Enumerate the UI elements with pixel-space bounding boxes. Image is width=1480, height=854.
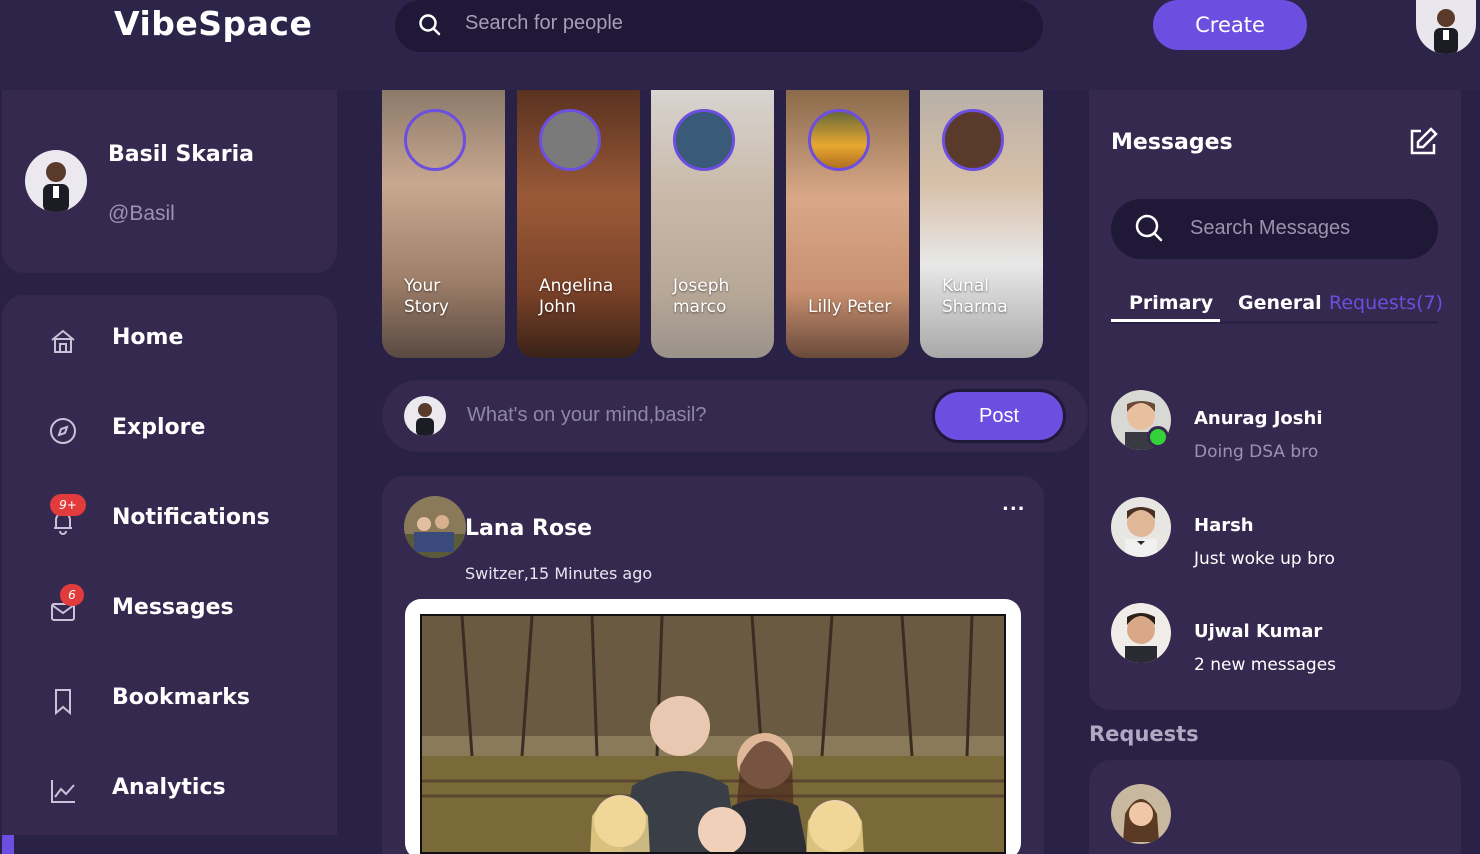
chart-icon bbox=[51, 780, 75, 803]
sidebar-item-explore[interactable]: Explore bbox=[2, 396, 337, 466]
sidebar-item-label: Home bbox=[112, 325, 184, 350]
top-bar: VibeSpace Search for people Create bbox=[0, 0, 1480, 90]
compass-icon bbox=[50, 418, 76, 444]
more-options-icon[interactable]: ... bbox=[1002, 494, 1026, 515]
sidebar-item-home[interactable]: Home bbox=[2, 306, 337, 376]
post-photo[interactable] bbox=[420, 614, 1006, 854]
people-search[interactable]: Search for people bbox=[395, 0, 1043, 52]
composer-avatar bbox=[404, 396, 446, 436]
edit-icon[interactable] bbox=[1407, 126, 1439, 158]
conversation-item[interactable]: Harsh Just woke up bro bbox=[1111, 497, 1431, 569]
sidebar-item-notifications[interactable]: 9+ Notifications bbox=[2, 486, 337, 556]
story-name: Angelina John bbox=[539, 276, 614, 317]
post-meta: Switzer,15 Minutes ago bbox=[465, 564, 653, 583]
tab-requests[interactable]: Requests(7) bbox=[1329, 292, 1443, 314]
post-author-avatar[interactable] bbox=[404, 496, 466, 558]
sidebar-item-label: Analytics bbox=[112, 775, 226, 800]
bookmark-icon bbox=[55, 689, 71, 716]
search-icon bbox=[419, 14, 441, 36]
story-card[interactable]: Joseph marco bbox=[651, 90, 774, 358]
story-name: Your Story bbox=[404, 276, 449, 317]
story-name: Kunal Sharma bbox=[942, 276, 1008, 317]
request-avatar[interactable] bbox=[1111, 784, 1171, 844]
post-author-name[interactable]: Lana Rose bbox=[465, 516, 592, 541]
requests-heading: Requests bbox=[1089, 722, 1199, 746]
feed-post: Lana Rose Switzer,15 Minutes ago ... bbox=[382, 476, 1044, 854]
tab-general[interactable]: General bbox=[1238, 292, 1322, 314]
story-avatar bbox=[942, 109, 1004, 171]
story-name: Joseph marco bbox=[673, 276, 730, 317]
conversation-preview: Doing DSA bro bbox=[1194, 442, 1319, 462]
story-card[interactable]: Kunal Sharma bbox=[920, 90, 1043, 358]
post-composer: What's on your mind,basil? Post bbox=[382, 380, 1088, 452]
home-icon bbox=[51, 329, 75, 353]
profile-card[interactable]: Basil Skaria @Basil bbox=[2, 90, 337, 273]
app-logo[interactable]: VibeSpace bbox=[114, 4, 312, 43]
sidebar-item-analytics[interactable]: Analytics bbox=[2, 756, 337, 826]
active-indicator bbox=[2, 835, 14, 854]
conversation-preview: Just woke up bro bbox=[1194, 549, 1335, 569]
story-avatar bbox=[673, 109, 735, 171]
sidebar-item-bookmarks[interactable]: Bookmarks bbox=[2, 666, 337, 736]
sidebar-item-label: Explore bbox=[112, 415, 206, 440]
messages-search[interactable]: Search Messages bbox=[1111, 199, 1438, 259]
profile-avatar[interactable] bbox=[25, 150, 87, 212]
story-avatar bbox=[539, 109, 601, 171]
online-status-dot bbox=[1147, 426, 1169, 448]
conversation-avatar bbox=[1111, 497, 1171, 557]
conversation-avatar bbox=[1111, 603, 1171, 663]
sidebar-nav: Home Explore 9+ Notifications 6 Messages… bbox=[2, 295, 337, 835]
post-button[interactable]: Post bbox=[932, 389, 1066, 443]
app-root: VibeSpace Search for people Create Basil… bbox=[0, 0, 1480, 854]
story-avatar bbox=[808, 109, 870, 171]
profile-handle: @Basil bbox=[108, 202, 175, 225]
notifications-badge: 9+ bbox=[50, 494, 86, 516]
conversation-item[interactable]: Anurag Joshi Doing DSA bro bbox=[1111, 390, 1431, 462]
search-icon bbox=[1135, 214, 1163, 242]
composer-input[interactable]: What's on your mind,basil? bbox=[467, 404, 706, 427]
requests-panel bbox=[1089, 760, 1461, 854]
sidebar-item-label: Bookmarks bbox=[112, 685, 250, 710]
user-avatar[interactable] bbox=[1416, 0, 1476, 54]
message-tabs: Primary General Requests(7) bbox=[1111, 290, 1443, 324]
conversation-preview: 2 new messages bbox=[1194, 655, 1337, 675]
profile-name: Basil Skaria bbox=[108, 142, 255, 167]
sidebar-item-messages[interactable]: 6 Messages bbox=[2, 576, 337, 646]
story-name: Lilly Peter bbox=[808, 297, 892, 317]
conversation-name: Ujwal Kumar bbox=[1194, 621, 1323, 642]
messages-panel: Messages Search Messages Primary General… bbox=[1089, 90, 1461, 710]
active-tab-indicator bbox=[1111, 319, 1220, 322]
conversation-item[interactable]: Ujwal Kumar 2 new messages bbox=[1111, 603, 1431, 675]
messages-search-input[interactable]: Search Messages bbox=[1190, 217, 1350, 240]
story-avatar bbox=[404, 109, 466, 171]
conversation-name: Harsh bbox=[1194, 515, 1254, 536]
messages-title: Messages bbox=[1111, 130, 1233, 155]
messages-badge: 6 bbox=[60, 584, 84, 606]
search-input[interactable]: Search for people bbox=[465, 12, 623, 35]
create-button[interactable]: Create bbox=[1153, 0, 1307, 50]
sidebar-item-label: Messages bbox=[112, 595, 234, 620]
conversation-name: Anurag Joshi bbox=[1194, 408, 1323, 429]
story-card[interactable]: Angelina John bbox=[517, 90, 640, 358]
tab-primary[interactable]: Primary bbox=[1129, 292, 1213, 314]
story-card[interactable]: Your Story bbox=[382, 90, 505, 358]
story-card[interactable]: Lilly Peter bbox=[786, 90, 909, 358]
sidebar-item-label: Notifications bbox=[112, 505, 270, 530]
